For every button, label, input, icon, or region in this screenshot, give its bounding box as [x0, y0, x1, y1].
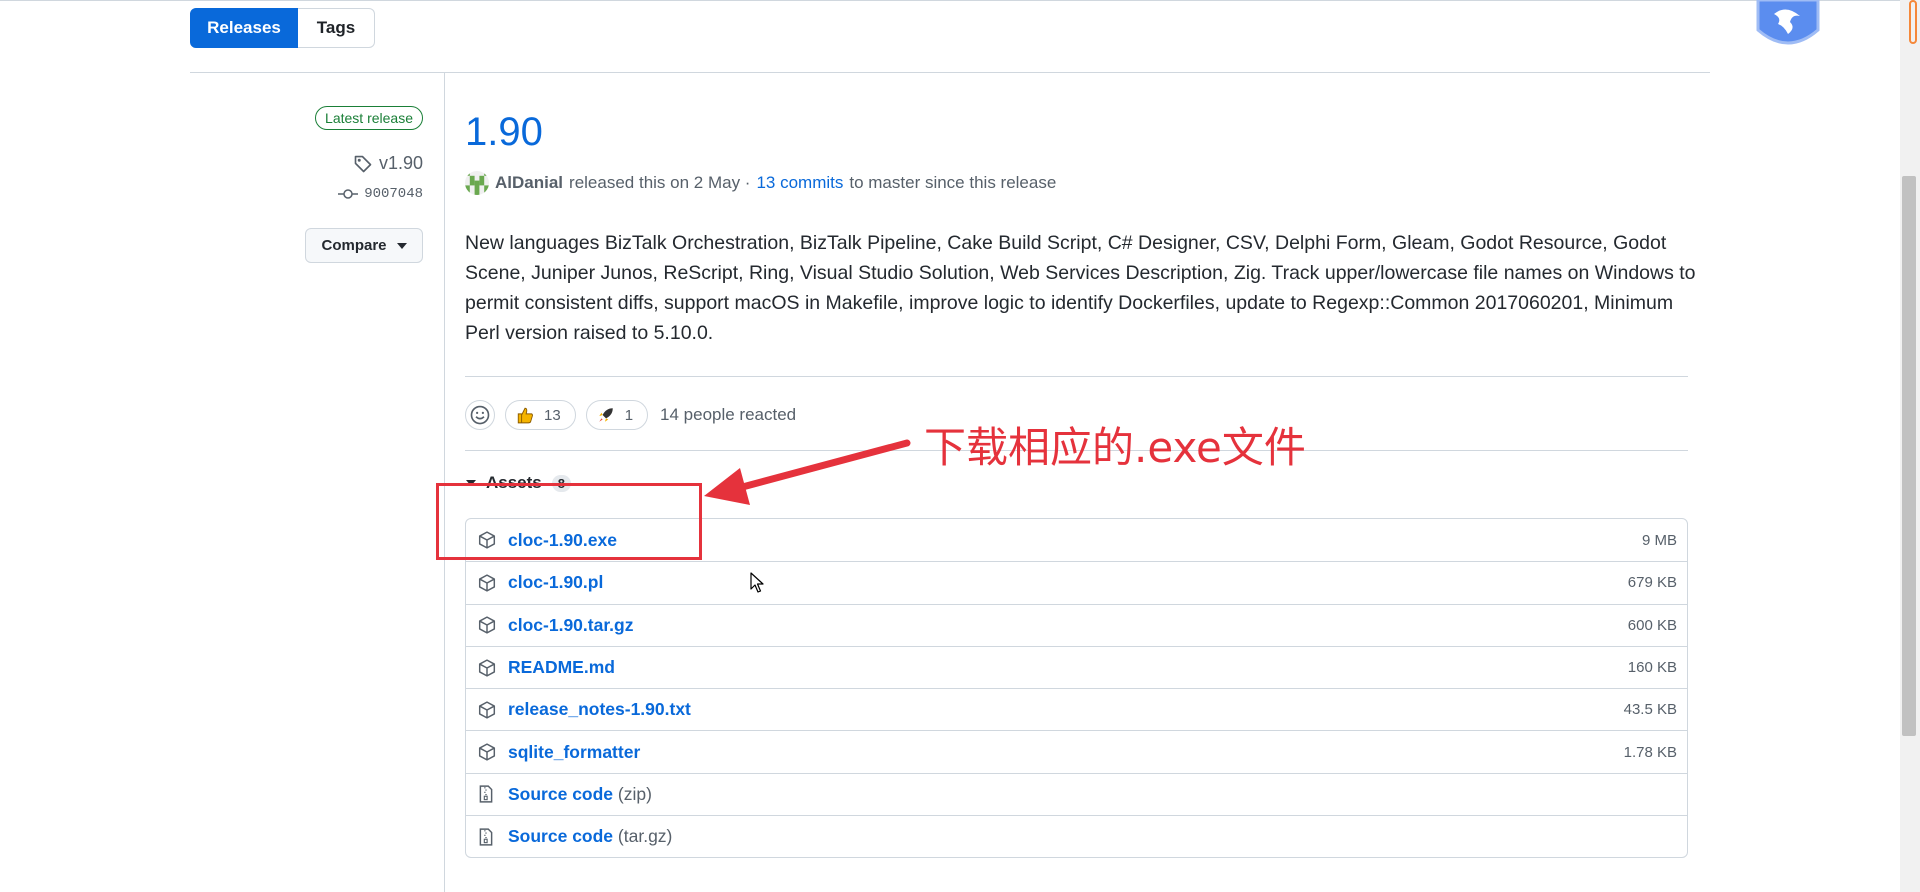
source-code-format: (zip) [617, 783, 652, 804]
tag-name: v1.90 [378, 153, 423, 173]
mouse-cursor-icon [750, 572, 764, 593]
commit-icon [338, 189, 359, 199]
vertical-scrollbar[interactable] [1900, 0, 1920, 892]
thumbs-up-count: 13 [544, 406, 561, 424]
asset-row[interactable]: README.md 160 KB [466, 645, 1687, 688]
released-text: released this on 2 May · [569, 173, 751, 192]
smiley-icon [470, 405, 490, 425]
bird-badge-icon [1756, 0, 1820, 45]
package-icon [478, 615, 498, 635]
tag-icon [354, 155, 372, 172]
asset-row[interactable]: release_notes-1.90.txt 43.5 KB [466, 688, 1687, 730]
commits-link[interactable]: 13 commits [756, 173, 843, 193]
source-code-format: (tar.gz) [617, 826, 673, 847]
asset-size: 9 MB [1641, 531, 1677, 549]
source-code-label: Source code [508, 783, 614, 804]
package-icon [478, 573, 498, 593]
release-title[interactable]: 1.90 [465, 110, 543, 155]
reaction-summary: 14 people reacted [660, 405, 797, 424]
commit-link[interactable]: 9007048 [338, 186, 423, 202]
latest-release-badge: Latest release [315, 106, 423, 130]
scrollbar-marker [1909, 0, 1917, 44]
top-border [0, 0, 1920, 1]
rocket-count: 1 [624, 406, 634, 424]
asset-link[interactable]: README.md [508, 657, 615, 678]
source-code-label: Source code [508, 826, 614, 847]
add-reaction-button[interactable] [465, 400, 495, 430]
rocket-icon [598, 408, 613, 422]
assets-list: cloc-1.90.exe 9 MB cloc-1.90.pl 679 KB c… [465, 518, 1688, 859]
tag-link[interactable]: v1.90 [353, 153, 423, 174]
package-icon [478, 700, 498, 720]
release-author[interactable]: AlDanial [495, 173, 563, 193]
divider [465, 376, 1688, 377]
asset-row[interactable]: cloc-1.90.tar.gz 600 KB [466, 603, 1687, 646]
scrollbar-thumb[interactable] [1902, 176, 1916, 736]
compare-label: Compare [321, 237, 387, 254]
asset-row[interactable]: sqlite_formatter 1.78 KB [466, 730, 1687, 772]
commit-sha: 9007048 [364, 186, 423, 202]
divider-horizontal [190, 72, 1710, 73]
asset-size: 679 KB [1627, 574, 1677, 592]
file-zip-icon [478, 784, 498, 804]
compare-button[interactable]: Compare [305, 228, 423, 263]
asset-link[interactable]: release_notes-1.90.txt [508, 699, 691, 720]
annotation-text: 下载相应的.exe文件 [924, 423, 1306, 472]
reactions-bar: 13 1 14 people reacted [465, 400, 796, 430]
asset-row[interactable]: cloc-1.90.pl 679 KB [466, 561, 1687, 603]
asset-row[interactable]: Source code (zip) [466, 772, 1687, 815]
thumbs-up-icon [517, 407, 533, 424]
file-zip-icon [478, 827, 498, 847]
caret-down-icon [396, 242, 407, 249]
asset-size: 160 KB [1627, 659, 1677, 677]
tab-releases[interactable]: Releases [190, 8, 298, 48]
asset-size: 600 KB [1627, 616, 1677, 634]
asset-link[interactable]: sqlite_formatter [508, 742, 640, 763]
reaction-thumbs-up[interactable]: 13 [505, 400, 576, 430]
reaction-rocket[interactable]: 1 [585, 400, 649, 430]
source-code-link[interactable]: Source code (tar.gz) [508, 826, 672, 847]
asset-link[interactable]: cloc-1.90.pl [508, 572, 603, 593]
release-notes: New languages BizTalk Orchestration, Biz… [465, 232, 1696, 344]
annotation-highlight-box [436, 483, 702, 560]
release-subnav: Releases Tags [190, 8, 375, 48]
source-code-link[interactable]: Source code (zip) [508, 784, 652, 805]
identicon-icon [465, 171, 489, 195]
asset-size: 43.5 KB [1623, 701, 1677, 719]
asset-row[interactable]: Source code (tar.gz) [466, 815, 1687, 857]
package-icon [478, 658, 498, 678]
asset-link[interactable]: cloc-1.90.tar.gz [508, 615, 633, 636]
package-icon [478, 742, 498, 762]
avatar[interactable] [465, 171, 489, 195]
asset-size: 1.78 KB [1623, 743, 1677, 761]
tab-tags[interactable]: Tags [298, 8, 375, 48]
release-meta: AlDanial released this on 2 May · 13 com… [465, 171, 1056, 195]
since-text: to master since this release [849, 173, 1057, 192]
